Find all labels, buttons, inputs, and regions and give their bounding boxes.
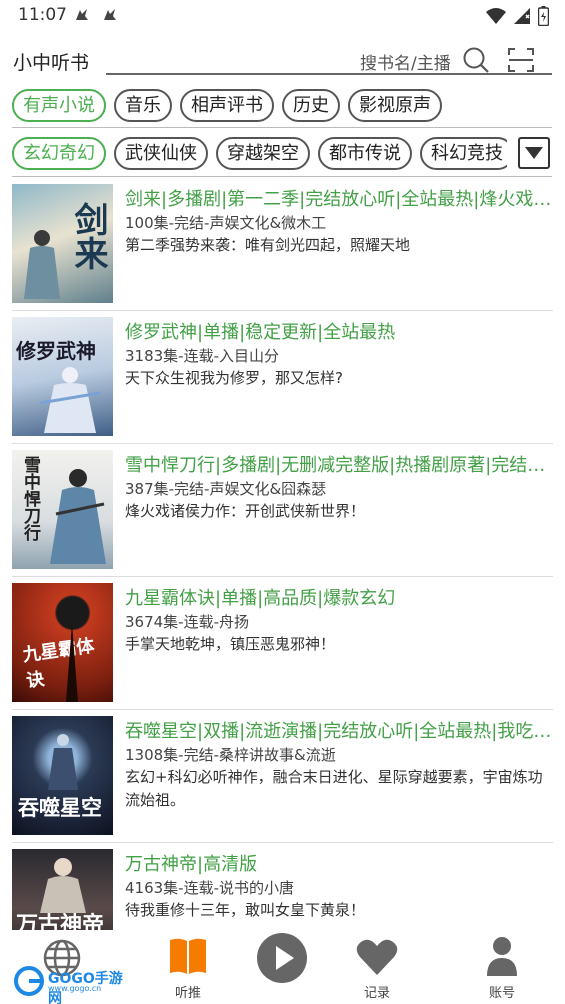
signal-icon bbox=[514, 8, 530, 24]
cover-figure bbox=[50, 469, 106, 564]
nav-player[interactable] bbox=[237, 930, 327, 1004]
tab-main-category[interactable]: 音乐 bbox=[114, 89, 172, 122]
tab-sub-category[interactable]: 穿越架空 bbox=[216, 137, 310, 170]
book-title[interactable]: 雪中悍刀行|多播剧|无删减完整版|热播剧原著|完结放心听 bbox=[125, 451, 555, 477]
book-cover: 吞噬星空 bbox=[12, 716, 113, 835]
book-icon bbox=[170, 938, 206, 974]
book-cover: 修罗武神 bbox=[12, 317, 113, 436]
nav-recommend[interactable]: 听推 bbox=[143, 930, 233, 1004]
status-time: 11:07 bbox=[18, 5, 67, 25]
tab-main-category[interactable]: 有声小说 bbox=[12, 89, 106, 122]
app-title: 小中听书 bbox=[13, 52, 90, 74]
nav-label: 记录 bbox=[363, 986, 390, 1001]
nav-history[interactable]: 记录 bbox=[332, 930, 422, 1004]
search-input[interactable]: 搜书名/主播 bbox=[360, 49, 451, 74]
book-item[interactable]: 雪中悍刀行 雪中悍刀行|多播剧|无删减完整版|热播剧原著|完结放心听 387集-… bbox=[12, 444, 555, 577]
book-meta: 4163集-连载-说书的小唐 bbox=[125, 879, 294, 897]
book-desc: 天下众生视我为修罗，那又怎样? bbox=[125, 369, 343, 387]
search-icon[interactable] bbox=[462, 46, 490, 74]
cover-figure bbox=[40, 858, 86, 913]
tab-main-category[interactable]: 相声评书 bbox=[180, 89, 274, 122]
book-desc: 待我重修十三年，敢叫女皇下黄泉！ bbox=[125, 901, 366, 919]
book-meta: 1308集-完结-桑梓讲故事&流逝 bbox=[125, 746, 336, 764]
book-cover: 九星霸体诀 bbox=[12, 583, 113, 702]
tab-sub-category[interactable]: 武侠仙侠 bbox=[114, 137, 208, 170]
divider bbox=[12, 176, 552, 177]
site-watermark: GOGO手游网 www.gogo.cn bbox=[14, 966, 126, 1004]
watermark-sub: www.gogo.cn bbox=[48, 984, 102, 993]
notification-bird-icon bbox=[104, 9, 116, 20]
cover-figure bbox=[40, 367, 100, 433]
book-desc: 烽火戏诸侯力作：开创武侠新世界！ bbox=[125, 502, 366, 520]
book-desc: 手掌天地乾坤，镇压恶鬼邪神！ bbox=[125, 635, 336, 653]
book-item[interactable]: 剑来 剑来|多播剧|第一二季|完结放心听|全站最热|烽火戏诸侯 100集-完结-… bbox=[12, 178, 555, 311]
tab-main-category[interactable]: 影视原声 bbox=[348, 89, 442, 122]
expand-categories-button[interactable] bbox=[518, 137, 550, 169]
person-icon bbox=[487, 937, 517, 976]
wifi-icon bbox=[486, 8, 506, 24]
status-bar: 11:07 bbox=[0, 0, 565, 32]
book-desc: 第二季强势来袭：唯有剑光四起，照耀天地 bbox=[125, 236, 411, 254]
book-meta: 3674集-连载-舟扬 bbox=[125, 613, 249, 631]
book-title[interactable]: 万古神帝|高清版 bbox=[125, 850, 555, 876]
sub-category-tabs: 玄幻奇幻 武侠仙侠 穿越架空 都市传说 科幻竞技 bbox=[12, 137, 507, 170]
battery-icon bbox=[538, 6, 549, 26]
cover-figure bbox=[24, 230, 60, 299]
main-category-tabs: 有声小说 音乐 相声评书 历史 影视原声 bbox=[12, 89, 557, 122]
book-desc: 玄幻+科幻必听神作，融合末日进化、星际穿越要素，宇宙炼功流始祖。 bbox=[125, 768, 543, 809]
book-title[interactable]: 修罗武神|单播|稳定更新|全站最热 bbox=[125, 318, 555, 344]
book-meta: 100集-完结-声娱文化&微木工 bbox=[125, 214, 327, 232]
cover-figure bbox=[48, 734, 78, 790]
tab-main-category[interactable]: 历史 bbox=[282, 89, 340, 122]
cover-title: 剑来 bbox=[68, 202, 108, 270]
book-title[interactable]: 剑来|多播剧|第一二季|完结放心听|全站最热|烽火戏诸侯 bbox=[125, 185, 555, 211]
app-header: 小中听书 搜书名/主播 bbox=[0, 40, 565, 80]
triangle-down-icon bbox=[525, 147, 543, 159]
book-meta: 3183集-连载-入目山分 bbox=[125, 347, 279, 365]
cover-title: 修罗武神 bbox=[16, 339, 96, 363]
cover-title: 吞噬星空 bbox=[18, 795, 102, 820]
play-icon bbox=[257, 933, 307, 983]
tab-sub-category[interactable]: 玄幻奇幻 bbox=[12, 137, 106, 170]
book-item[interactable]: 九星霸体诀 九星霸体诀|单播|高品质|爆款玄幻 3674集-连载-舟扬 手掌天地… bbox=[12, 577, 553, 710]
book-list[interactable]: 剑来 剑来|多播剧|第一二季|完结放心听|全站最热|烽火戏诸侯 100集-完结-… bbox=[0, 178, 565, 930]
book-cover: 剑来 bbox=[12, 184, 113, 303]
book-item[interactable]: 修罗武神 修罗武神|单播|稳定更新|全站最热 3183集-连载-入目山分 天下众… bbox=[12, 311, 553, 444]
book-title[interactable]: 吞噬星空|双播|流逝演播|完结放心听|全站最热|我吃西红柿 bbox=[125, 717, 555, 743]
tab-sub-category[interactable]: 都市传说 bbox=[318, 137, 412, 170]
notification-bird-icon bbox=[76, 9, 88, 20]
nav-label: 听推 bbox=[174, 986, 201, 1001]
nav-label: 账号 bbox=[488, 986, 515, 1001]
nav-account[interactable]: 账号 bbox=[457, 930, 547, 1004]
tab-sub-category[interactable]: 科幻竞技 bbox=[420, 137, 507, 170]
book-meta: 387集-完结-声娱文化&囧森瑟 bbox=[125, 480, 327, 498]
book-cover: 万古神帝 bbox=[12, 849, 113, 930]
book-title[interactable]: 九星霸体诀|单播|高品质|爆款玄幻 bbox=[125, 584, 555, 610]
divider bbox=[12, 127, 552, 128]
book-item[interactable]: 万古神帝 万古神帝|高清版 4163集-连载-说书的小唐 待我重修十三年，敢叫女… bbox=[12, 843, 553, 930]
cover-title: 雪中悍刀行 bbox=[20, 456, 40, 541]
heart-icon bbox=[356, 939, 398, 975]
book-item[interactable]: 吞噬星空 吞噬星空|双播|流逝演播|完结放心听|全站最热|我吃西红柿 1308集… bbox=[12, 710, 555, 843]
search-underline bbox=[106, 73, 552, 75]
book-cover: 雪中悍刀行 bbox=[12, 450, 113, 569]
scan-icon[interactable] bbox=[507, 46, 535, 74]
cover-figure bbox=[66, 623, 78, 702]
watermark-logo-icon bbox=[14, 966, 44, 996]
